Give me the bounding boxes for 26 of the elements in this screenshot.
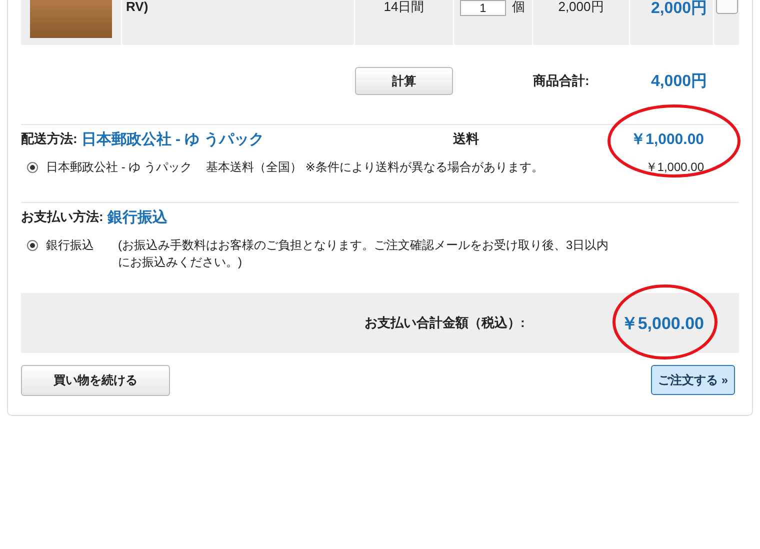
grand-total-value: ￥5,000.00 [620,312,704,334]
shipping-fee-header: 送料 [453,130,479,148]
rental-period: 14日間 [355,0,453,45]
shipping-fee: ￥1,000.00 [630,130,704,148]
quantity-field[interactable]: 1 [460,0,506,16]
shipping-method: 日本郵政公社 - ゆ うパック [81,130,264,148]
unit-label: 個 [512,0,525,14]
goods-total-value: 4,000円 [650,72,708,92]
payment-note: (お振込み手数料はお客様のご負担となります。ご注文確認メールをお受け取り後、3日以内にお振込みください。) [118,237,610,271]
continue-shopping-button[interactable]: 買い物を続ける [21,365,170,396]
goods-total-label: 商品合計: [533,72,590,90]
payment-method: 銀行振込 [107,208,168,226]
shipping-note: 基本送料（全国） ※条件により送料が異なる場合があります。 [206,159,544,176]
grand-total-label: お支払い合計金額（税込）: [364,314,525,332]
order-button[interactable]: ご注文する » [650,365,735,395]
calculate-button[interactable]: 計算 [355,67,453,95]
product-name: RV) [122,0,354,45]
payment-option-name: 銀行振込 [46,237,94,254]
item-subtotal: 2,000円 [630,0,713,45]
shipping-option-name: 日本郵政公社 - ゆ うパック [46,159,193,176]
unit-price: 2,000円 [533,0,629,45]
radio-button[interactable] [27,240,38,251]
payment-label: お支払い方法: [21,208,104,226]
shipping-label: 配送方法: [21,130,78,148]
radio-button[interactable] [27,162,38,173]
shipping-option-price: ￥1,000.00 [645,159,704,176]
